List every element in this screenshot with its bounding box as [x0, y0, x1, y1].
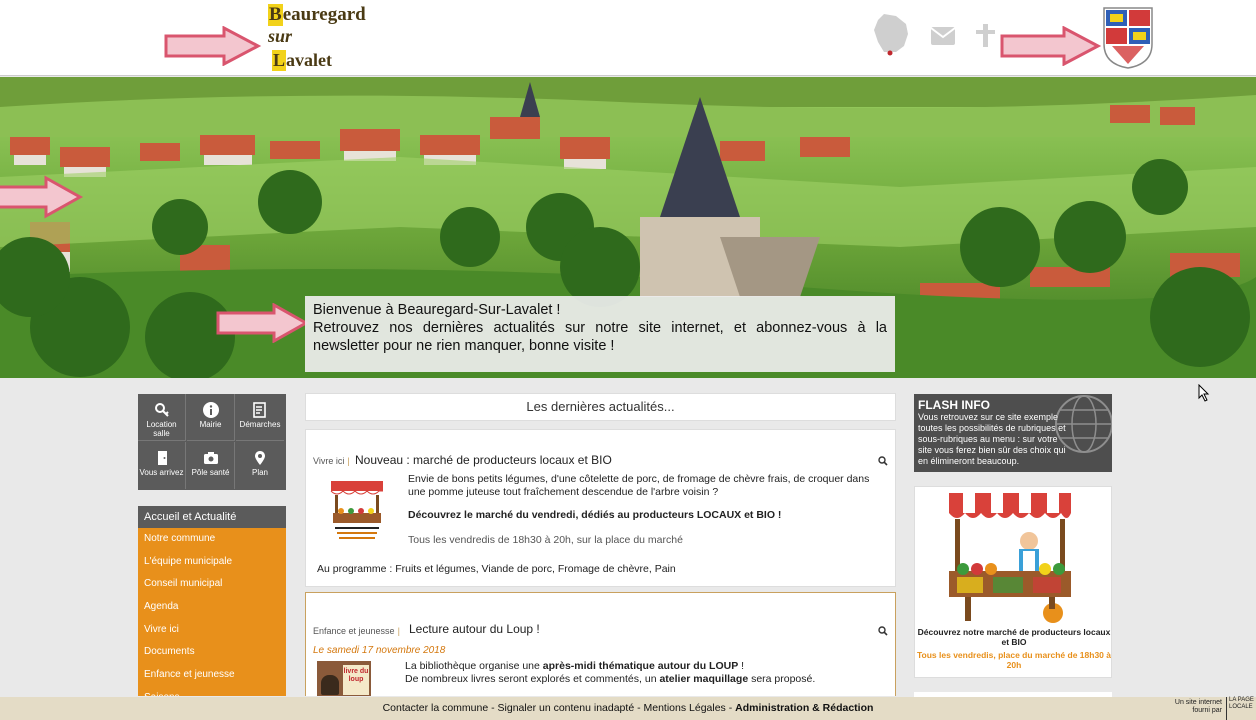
quick-link-label: Vous arrivez: [139, 468, 184, 477]
site-footer: Contacter la commune - Signaler un conte…: [0, 697, 1256, 720]
mail-icon[interactable]: [930, 26, 956, 46]
admin-link[interactable]: Administration & Rédaction: [735, 702, 873, 714]
article-schedule: Tous les vendredis de 18h30 à 20h, sur l…: [408, 534, 683, 546]
report-content-link[interactable]: Signaler un contenu inadapté: [498, 702, 635, 714]
sidebar-menu: Accueil et Actualité Notre commune L'équ…: [138, 506, 286, 696]
pointer-arrow-icon: [164, 26, 262, 66]
category-separator: |: [347, 456, 350, 466]
welcome-message: Bienvenue à Beauregard-Sur-Lavalet ! Ret…: [305, 296, 895, 372]
cross-icon[interactable]: [974, 22, 996, 48]
article-text: Envie de bons petits légumes, d'une côte…: [408, 473, 870, 498]
wolf-book-thumbnail: livre du loup: [317, 661, 371, 696]
provider-text: Un site internet fourni par: [1174, 699, 1222, 714]
quick-links-grid: Location salle Mairie Démarches Vous arr…: [138, 394, 286, 490]
promo-title: Découvrez notre marché de producteurs lo…: [917, 627, 1111, 647]
quick-link-location-salle[interactable]: Location salle: [138, 394, 186, 441]
welcome-text: Retrouvez nos dernières actualités sur n…: [313, 320, 887, 354]
article-excerpt: Envie de bons petits légumes, d'une côte…: [408, 473, 886, 547]
menu-item[interactable]: Notre commune: [138, 528, 286, 551]
news-panel: Les dernières actualités... Vivre ici | N…: [305, 393, 896, 696]
logo-text-2: sur: [268, 26, 293, 46]
flash-info-box[interactable]: FLASH INFO Vous retrouvez sur ce site ex…: [914, 394, 1112, 472]
menu-item-active[interactable]: Accueil et Actualité: [138, 506, 286, 528]
category-separator: |: [397, 626, 400, 636]
coat-of-arms-icon[interactable]: [1102, 6, 1154, 70]
info-icon: [202, 402, 219, 418]
menu-item[interactable]: Enfance et jeunesse: [138, 664, 286, 687]
quick-link-label: Location salle: [146, 420, 177, 438]
menu-item[interactable]: Agenda: [138, 596, 286, 619]
article-excerpt: La bibliothèque organise une après-midi …: [405, 660, 816, 685]
hero-banner: Bienvenue à Beauregard-Sur-Lavalet ! Ret…: [0, 77, 1256, 378]
door-icon: [157, 451, 167, 465]
article-category[interactable]: Vivre ici: [313, 456, 344, 466]
form-icon: [253, 402, 266, 418]
logo-text-3: avalet: [286, 50, 332, 70]
welcome-title: Bienvenue à Beauregard-Sur-Lavalet !: [313, 302, 561, 318]
quick-link-plan[interactable]: Plan: [236, 442, 284, 489]
quick-link-label: Pôle santé: [191, 468, 230, 477]
article-title[interactable]: Lecture autour du Loup !: [409, 622, 540, 636]
article-date: Le samedi 17 novembre 2018: [313, 645, 446, 656]
article-title[interactable]: Nouveau : marché de producteurs locaux e…: [355, 453, 612, 467]
menu-item[interactable]: Documents: [138, 641, 286, 664]
quick-link-demarches[interactable]: Démarches: [236, 394, 284, 441]
camera-icon: [203, 452, 218, 464]
quick-link-label: Plan: [251, 468, 268, 477]
quick-link-vous-arrivez[interactable]: Vous arrivez: [138, 442, 186, 489]
wolf-silhouette: [321, 675, 339, 695]
logo-letter: B: [268, 4, 283, 26]
zoom-icon[interactable]: [878, 456, 888, 466]
article-program: Au programme : Fruits et légumes, Viande…: [317, 563, 676, 575]
quick-link-pole-sante[interactable]: Pôle santé: [187, 442, 235, 489]
key-icon: [154, 403, 169, 417]
news-panel-title: Les dernières actualités...: [305, 393, 896, 421]
zoom-icon[interactable]: [878, 626, 888, 636]
book-cover-text: livre du loup: [343, 665, 369, 695]
pointer-arrow-icon: [1000, 26, 1102, 66]
market-stall-illustration: [949, 493, 1071, 623]
pointer-arrow-icon: [216, 303, 310, 343]
quick-link-label: Démarches: [239, 420, 281, 429]
france-map-icon[interactable]: [872, 12, 912, 56]
map-pin-icon: [255, 451, 265, 465]
logo-letter: L: [272, 50, 287, 71]
flash-info-text: Vous retrouvez sur ce site exemple toute…: [918, 412, 1066, 466]
promo-subtitle: Tous les vendredis, place du marché de 1…: [916, 650, 1111, 670]
article-highlight: Découvrez le marché du vendredi, dédiés …: [408, 509, 782, 521]
quick-link-mairie[interactable]: Mairie: [187, 394, 235, 441]
logo-text-1: eauregard: [282, 4, 366, 25]
market-stall-thumbnail: [329, 477, 385, 547]
provider-logo[interactable]: LA PAGE LOCALE: [1226, 697, 1256, 720]
globe-icon: [1055, 395, 1112, 453]
menu-item[interactable]: Conseil municipal: [138, 573, 286, 596]
site-header: Beauregard sur Lavalet: [0, 0, 1256, 76]
menu-item[interactable]: Saisons: [138, 687, 286, 696]
pointer-arrow-icon: [0, 175, 84, 219]
legal-notice-link[interactable]: Mentions Légales: [644, 702, 726, 714]
menu-item[interactable]: Vivre ici: [138, 619, 286, 642]
article-category[interactable]: Enfance et jeunesse: [313, 626, 395, 636]
mouse-cursor-icon: [1198, 384, 1210, 402]
market-promo-card[interactable]: Découvrez notre marché de producteurs lo…: [914, 486, 1112, 678]
site-logo[interactable]: Beauregard sur Lavalet: [268, 4, 378, 74]
quick-link-label: Mairie: [199, 420, 222, 429]
menu-item[interactable]: L'équipe municipale: [138, 551, 286, 574]
contact-link[interactable]: Contacter la commune: [383, 702, 489, 714]
